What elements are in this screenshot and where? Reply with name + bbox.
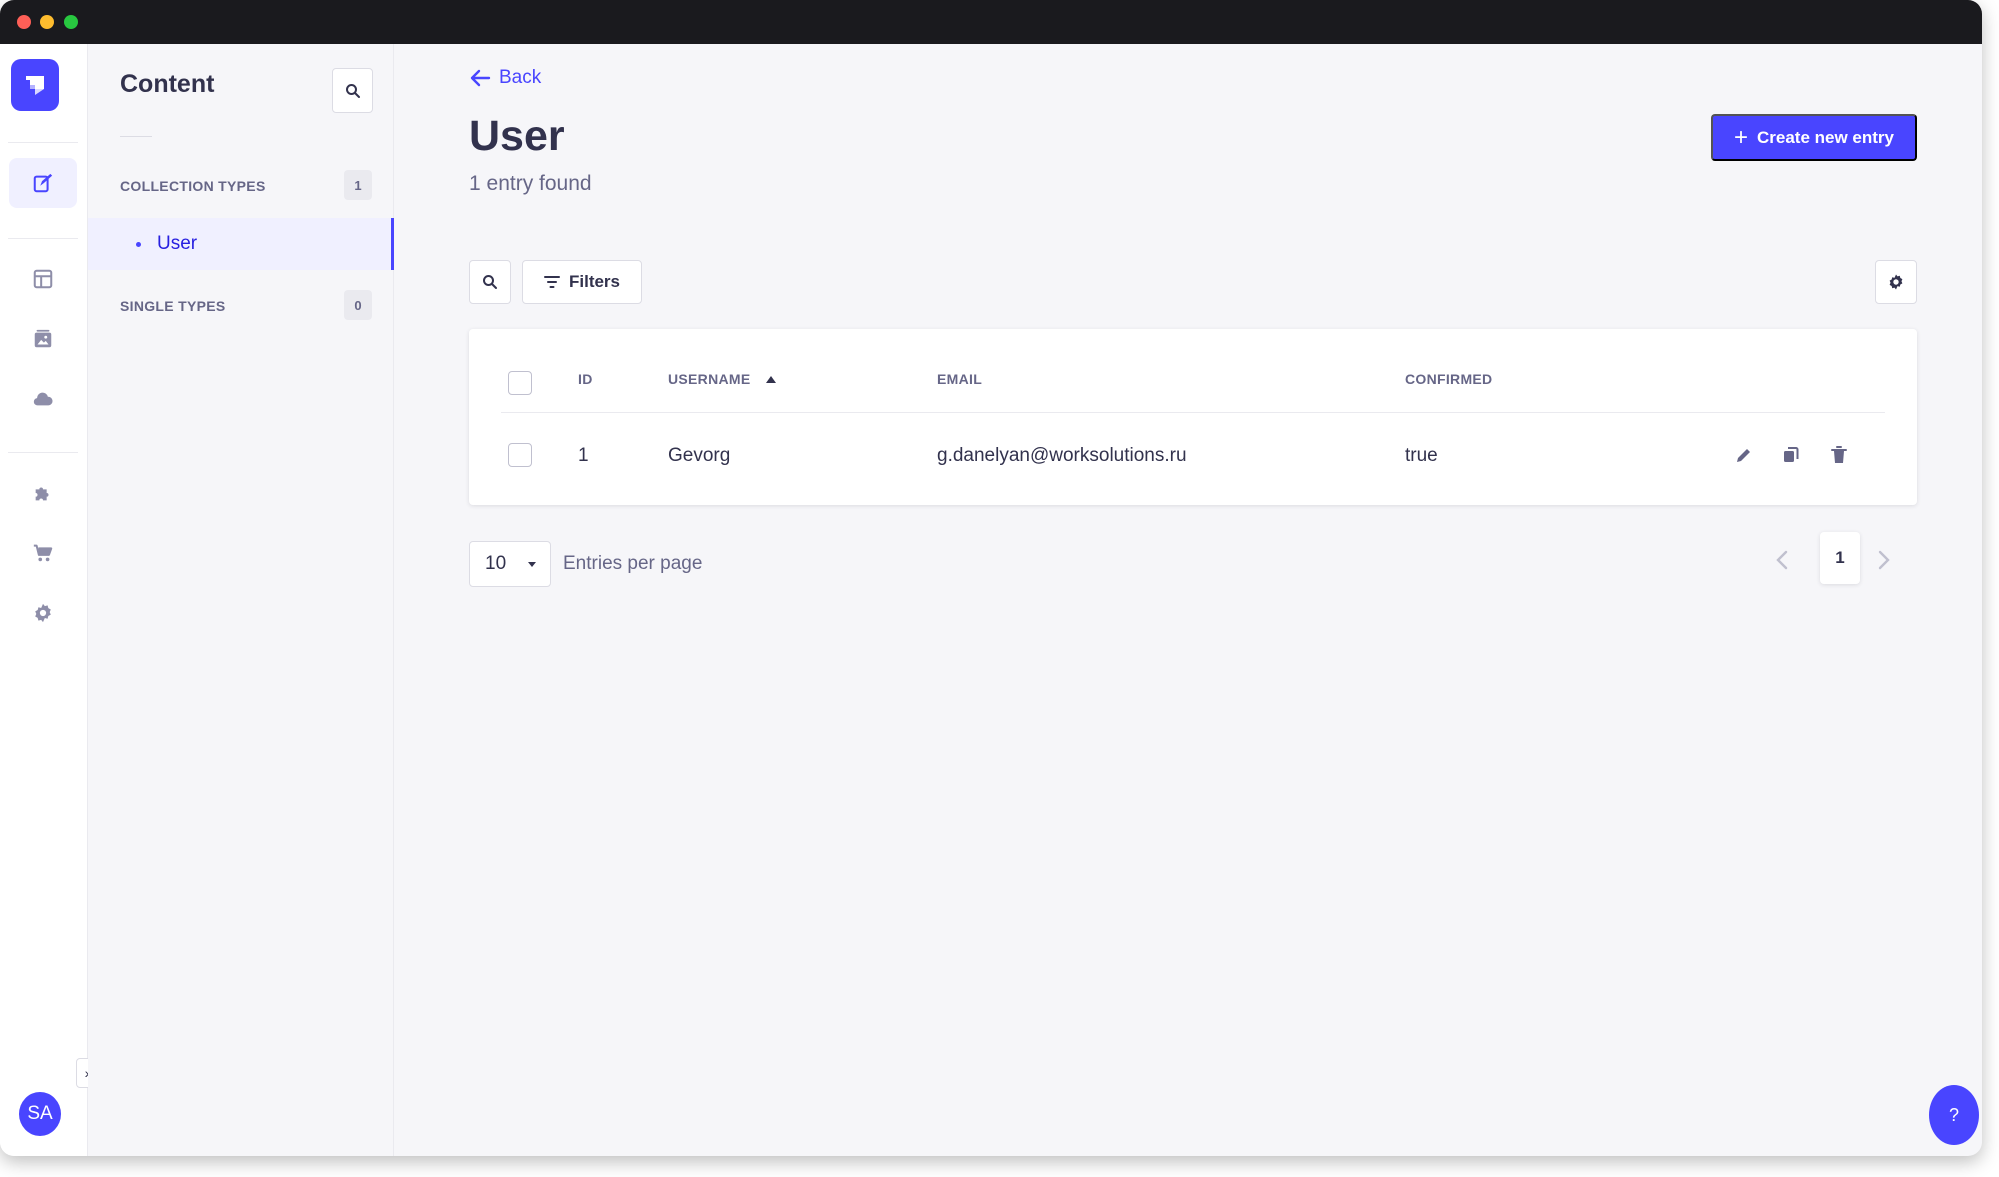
rail-divider — [8, 142, 78, 143]
sub-nav-item-user[interactable]: User — [88, 218, 394, 270]
content-manager-nav-item[interactable] — [9, 158, 77, 208]
chevron-right-icon — [1878, 550, 1890, 570]
column-header-confirmed[interactable]: CONFIRMED — [1405, 371, 1492, 387]
chevron-down-icon — [528, 562, 536, 567]
page-title: User — [469, 112, 565, 160]
delete-entry-button[interactable] — [1824, 440, 1854, 470]
cloud-icon — [33, 392, 53, 406]
trash-icon — [1831, 446, 1847, 463]
pencil-icon — [1737, 449, 1750, 462]
rail-divider — [8, 238, 78, 239]
cell-id: 1 — [578, 445, 589, 466]
settings-gear-icon — [35, 603, 51, 623]
settings-nav-item[interactable] — [9, 588, 77, 638]
collection-types-heading[interactable]: COLLECTION TYPES — [120, 178, 266, 194]
main-nav-rail: SA — [0, 44, 88, 1156]
column-header-username[interactable]: USERNAME — [668, 371, 776, 387]
cloud-nav-item[interactable] — [9, 374, 77, 424]
minimize-window-button[interactable] — [40, 15, 54, 29]
marketplace-nav-item[interactable] — [9, 528, 77, 578]
duplicate-icon — [1784, 447, 1799, 462]
column-header-email[interactable]: EMAIL — [937, 371, 982, 387]
strapi-logo-icon[interactable] — [11, 59, 59, 111]
search-icon — [483, 275, 497, 289]
entries-table: ID USERNAME EMAIL CONFIRMED 1 Gevorg g.d… — [469, 329, 1917, 505]
rail-divider — [8, 452, 78, 453]
per-page-value: 10 — [485, 553, 507, 574]
media-library-icon — [34, 329, 52, 348]
bullet-icon — [136, 241, 141, 247]
maximize-window-button[interactable] — [64, 15, 78, 29]
window-titlebar — [0, 0, 1982, 44]
sort-ascending-icon — [765, 375, 776, 383]
app-window: SA › Content COLLECTION TYPES 1 User SIN… — [0, 0, 1982, 1156]
column-header-id[interactable]: ID — [578, 371, 593, 387]
table-settings-button[interactable] — [1875, 260, 1917, 304]
plugins-puzzle-icon — [35, 487, 49, 501]
close-window-button[interactable] — [17, 15, 31, 29]
main-content: Back User 1 entry found + Create new ent… — [394, 44, 1982, 1156]
header-divider — [501, 412, 1885, 413]
plugins-nav-item[interactable] — [9, 468, 77, 518]
cell-email: g.danelyan@worksolutions.ru — [937, 445, 1187, 466]
gear-icon — [1889, 274, 1903, 290]
sub-nav-item-label: User — [157, 233, 198, 254]
content-manager-icon — [33, 173, 53, 193]
filter-icon — [543, 276, 560, 288]
collection-types-count-badge: 1 — [344, 170, 372, 200]
help-button[interactable]: ? — [1929, 1085, 1979, 1145]
back-link[interactable]: Back — [469, 67, 541, 89]
column-header-label: USERNAME — [668, 371, 751, 387]
entry-count-text: 1 entry found — [469, 172, 592, 195]
media-library-nav-item[interactable] — [9, 314, 77, 364]
entries-per-page-select[interactable]: 10 — [469, 541, 551, 587]
previous-page-button[interactable] — [1769, 540, 1795, 580]
plus-icon: + — [1733, 123, 1748, 151]
create-button-label: Create new entry — [1757, 127, 1894, 147]
filters-label: Filters — [568, 272, 621, 291]
content-type-builder-icon — [33, 269, 53, 289]
table-search-button[interactable] — [469, 260, 511, 304]
search-icon — [345, 83, 360, 98]
user-avatar[interactable]: SA — [19, 1092, 61, 1136]
single-types-count-badge: 0 — [344, 290, 372, 320]
back-label: Back — [499, 67, 542, 88]
sub-nav-search-button[interactable] — [332, 68, 373, 113]
arrow-left-icon — [470, 69, 491, 87]
create-new-entry-button[interactable]: + Create new entry — [1711, 114, 1917, 161]
chevron-left-icon — [1776, 550, 1788, 570]
page-1-button[interactable]: 1 — [1820, 532, 1860, 584]
entries-per-page-label: Entries per page — [563, 553, 703, 574]
content-sub-nav: Content COLLECTION TYPES 1 User SINGLE T… — [88, 44, 394, 1156]
single-types-heading[interactable]: SINGLE TYPES — [120, 298, 226, 314]
content-type-builder-nav-item[interactable] — [9, 254, 77, 304]
edit-entry-button[interactable] — [1729, 440, 1759, 470]
title-underline — [120, 136, 152, 137]
next-page-button[interactable] — [1871, 540, 1897, 580]
select-all-checkbox[interactable] — [508, 371, 532, 395]
sub-nav-title: Content — [120, 70, 215, 98]
duplicate-entry-button[interactable] — [1776, 440, 1806, 470]
cell-username: Gevorg — [668, 445, 731, 466]
filters-button[interactable]: Filters — [522, 260, 642, 304]
row-checkbox[interactable] — [508, 443, 532, 467]
cell-confirmed: true — [1405, 445, 1438, 466]
marketplace-cart-icon — [33, 544, 53, 562]
